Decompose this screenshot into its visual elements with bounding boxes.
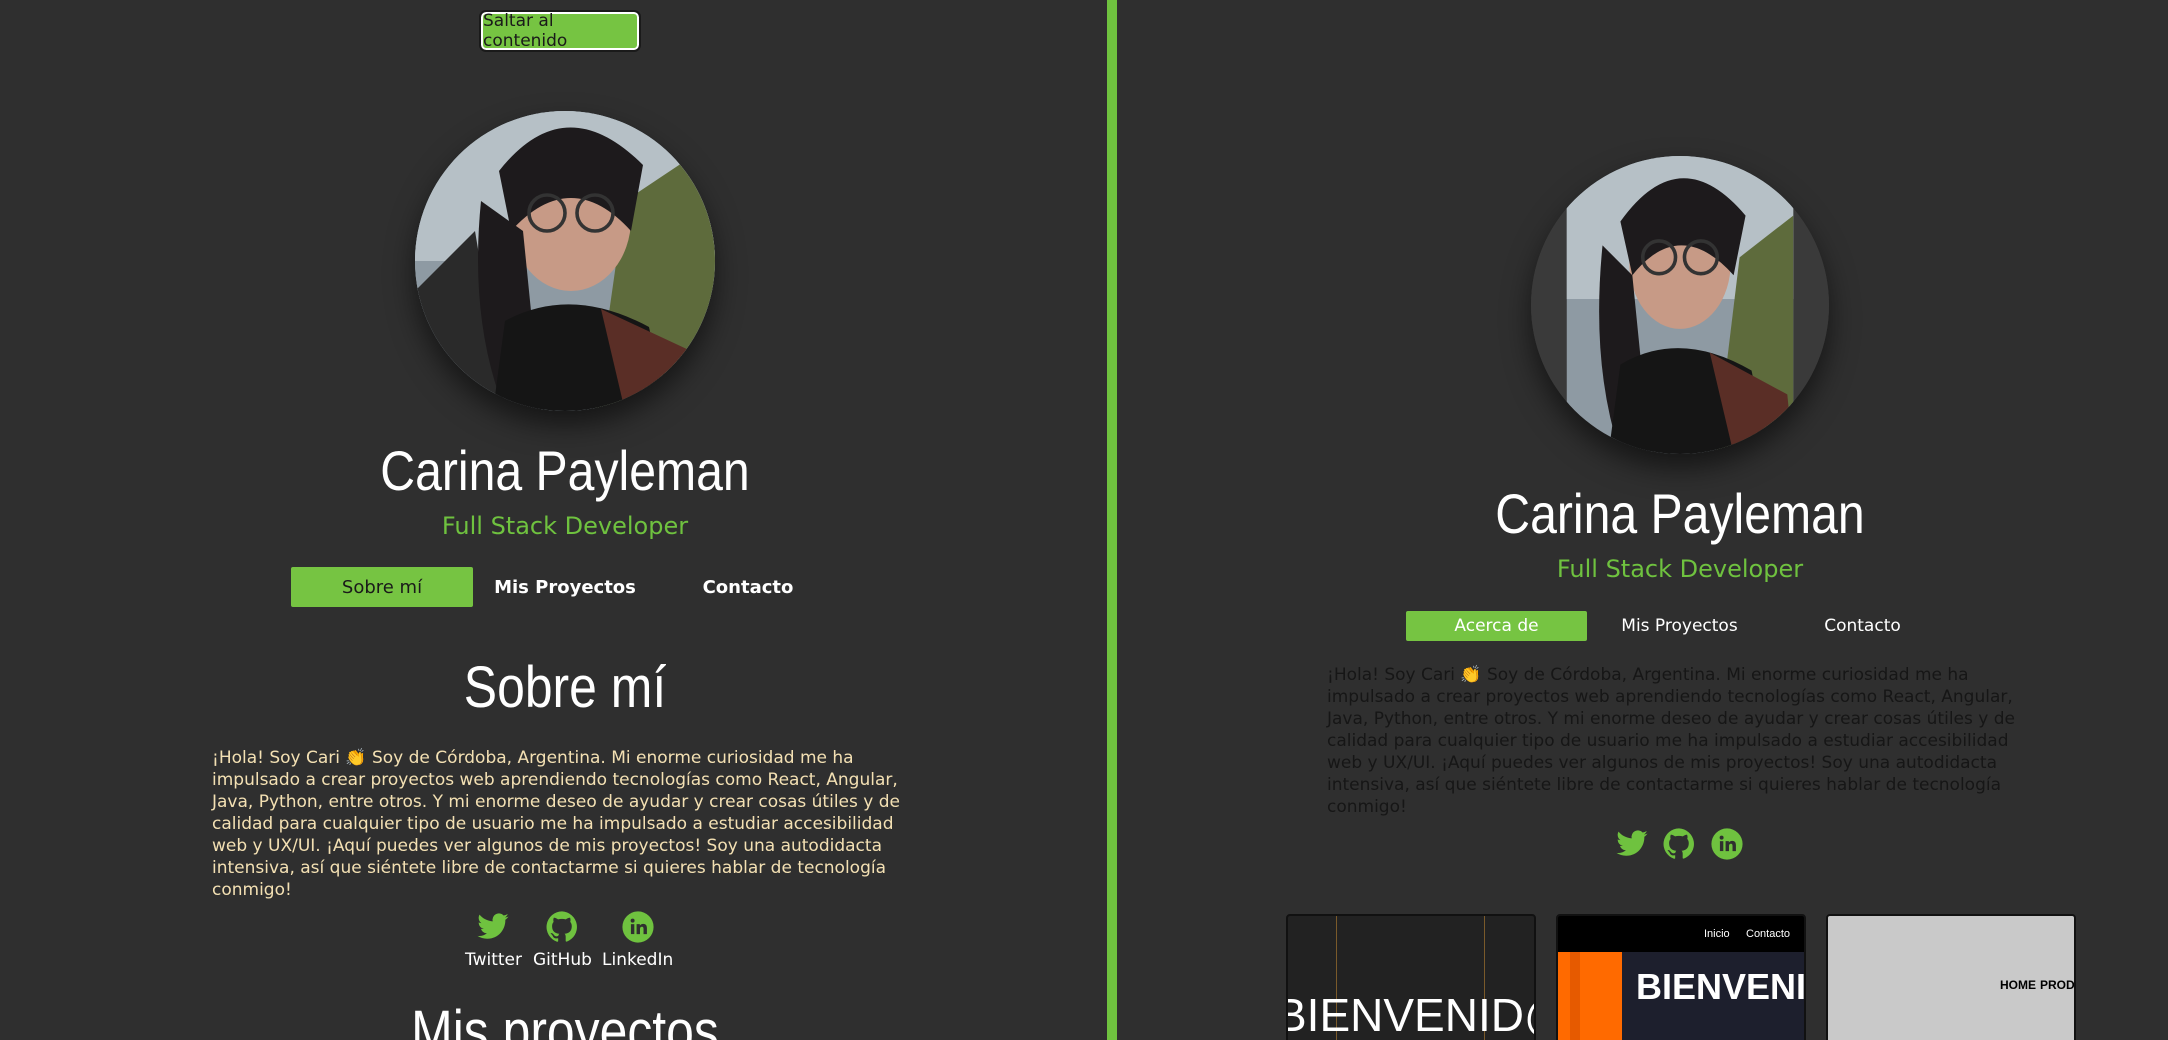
nav-projects[interactable]: Mis Proyectos xyxy=(474,567,656,607)
github-icon xyxy=(546,911,578,942)
profile-role: Full Stack Developer xyxy=(1556,555,1804,583)
about-bio: ¡Hola! Soy Cari 👏 Soy de Córdoba, Argent… xyxy=(212,748,900,900)
left-panel: Saltar al contenido Carina Payleman Full… xyxy=(0,0,1107,1040)
social-linkedin[interactable]: LinkedIn xyxy=(602,910,673,970)
skip-to-content-link[interactable]: Saltar al contenido xyxy=(479,10,641,52)
project-card[interactable]: HOME PROD xyxy=(1826,914,2076,1040)
twitter-icon xyxy=(477,913,510,939)
profile-photo xyxy=(1531,156,1829,454)
social-twitter[interactable]: Twitter xyxy=(465,910,522,970)
social-label: LinkedIn xyxy=(602,950,674,970)
twitter-icon[interactable] xyxy=(1615,827,1649,861)
project-nav-item: Inicio xyxy=(1704,928,1730,940)
project-nav-item: PROD xyxy=(2040,978,2075,992)
about-bio: ¡Hola! Soy Cari 👏 Soy de Córdoba, Argent… xyxy=(1327,665,2015,817)
social-label: GitHub xyxy=(533,950,592,970)
social-label: Twitter xyxy=(465,950,522,970)
social-github[interactable]: GitHub xyxy=(533,910,592,970)
project-nav-item: Contacto xyxy=(1746,928,1791,940)
nav-contact[interactable]: Contacto xyxy=(1772,611,1953,641)
about-title: Sobre mí xyxy=(463,655,667,720)
profile-name: Carina Payleman xyxy=(1495,482,1865,545)
profile-photo xyxy=(415,111,715,411)
nav-about[interactable]: Acerca de xyxy=(1406,611,1587,641)
project-nav-item: HOME xyxy=(2000,978,2036,992)
profile-role: Full Stack Developer xyxy=(441,512,689,540)
project-card[interactable]: Inicio Contacto BIENVENID xyxy=(1556,914,1806,1040)
nav-projects[interactable]: Mis Proyectos xyxy=(1589,611,1770,641)
github-icon[interactable] xyxy=(1662,827,1696,861)
linkedin-icon[interactable] xyxy=(1710,827,1744,861)
right-panel: Carina Payleman Full Stack Developer Ace… xyxy=(1117,0,2168,1040)
project-card[interactable]: BIENVENID@ xyxy=(1286,914,1536,1040)
split-divider[interactable] xyxy=(1107,0,1117,1040)
projects-title: Mis proyectos xyxy=(411,999,719,1040)
linkedin-icon xyxy=(622,911,654,943)
nav-about[interactable]: Sobre mí xyxy=(291,567,473,607)
nav-contact[interactable]: Contacto xyxy=(657,567,839,607)
project-headline: BIENVENID xyxy=(1636,966,1806,1007)
profile-name: Carina Payleman xyxy=(380,439,750,502)
project-headline: BIENVENID@ xyxy=(1286,989,1534,1040)
